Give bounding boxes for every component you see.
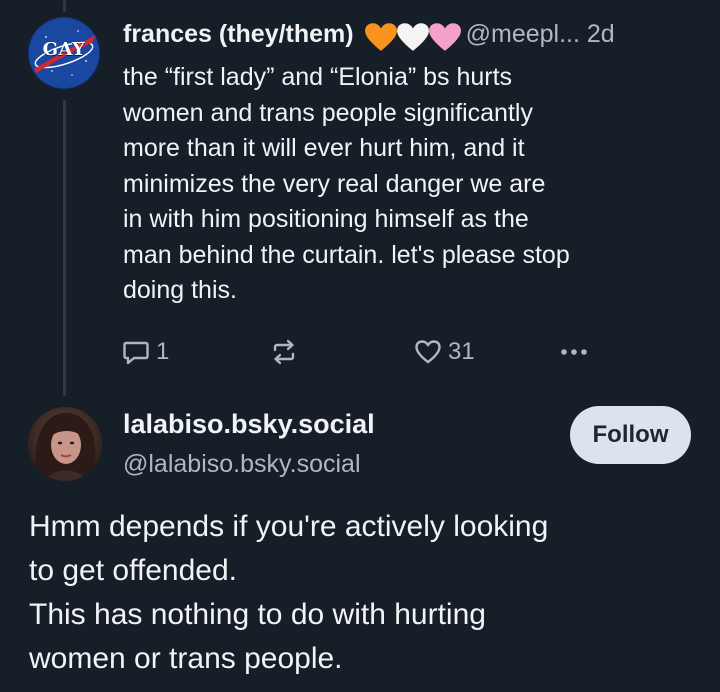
post-text-line: in with him positioning himself as the [123, 205, 529, 233]
parent-handle[interactable]: @meepl... [466, 20, 580, 48]
post-text-line: man behind the curtain. let's please sto… [123, 240, 570, 269]
follow-button[interactable]: Follow [570, 406, 691, 464]
pink-heart-icon [428, 22, 461, 51]
heart-emojis [364, 15, 461, 55]
post-text-line: minimizes the very real danger we are [123, 169, 546, 198]
thread-view: GAY frances (they/them) @meepl... 2d the … [0, 0, 720, 692]
reply-count: 1 [156, 338, 170, 365]
reply-icon [123, 341, 149, 365]
parent-author-name[interactable]: frances (they/them) [123, 20, 354, 48]
thread-connector-top [63, 0, 66, 12]
reply-post-text: Hmm depends if you're actively looking t… [29, 505, 709, 681]
reply-text-line: Hmm depends if you're actively looking [29, 510, 549, 543]
reply-author-handle[interactable]: @lalabiso.bsky.social [123, 444, 361, 484]
reply-text-line: women or trans people. [29, 642, 343, 675]
reply-text-line: to get offended. [29, 554, 237, 587]
reply-button[interactable]: 1 [122, 332, 169, 372]
orange-heart-icon [364, 22, 397, 51]
ellipsis-icon [561, 349, 587, 355]
parent-avatar[interactable]: GAY [28, 17, 100, 89]
like-count: 31 [448, 338, 475, 365]
repost-icon [273, 339, 295, 365]
post-text-line: women and trans people significantly [123, 98, 533, 127]
more-options-button[interactable] [558, 332, 590, 372]
post-text-line: the “first lady” and “Elonia” bs hurts [123, 63, 513, 91]
parent-post-text: the “first lady” and “Elonia” bs hurts w… [123, 60, 703, 309]
repost-button[interactable] [270, 332, 304, 372]
reply-avatar[interactable] [28, 407, 102, 481]
reply-text-line: This has nothing to do with hurting [29, 598, 486, 631]
post-text-line: more than it will ever hurt him, and it [123, 134, 525, 162]
post-action-bar: 1 31 [0, 332, 720, 372]
parent-post-header: frances (they/them) @meepl... 2d [123, 14, 615, 54]
like-button[interactable]: 31 [414, 332, 475, 372]
reply-author-name[interactable]: lalabiso.bsky.social [123, 404, 375, 444]
post-timestamp[interactable]: 2d [587, 20, 615, 48]
profile-photo-icon [28, 407, 102, 481]
post-text-line: doing this. [123, 276, 237, 304]
white-heart-icon [396, 22, 429, 51]
heart-outline-icon [415, 340, 441, 364]
avatar-logo-text: GAY [42, 39, 86, 60]
